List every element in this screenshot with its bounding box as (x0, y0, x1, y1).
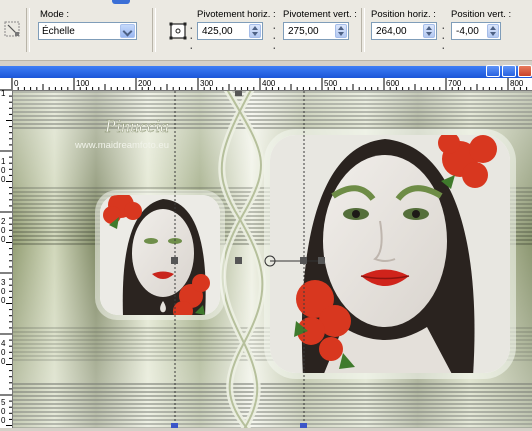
large-portrait (270, 135, 510, 373)
ruler-ticks (0, 90, 12, 426)
ruler-digit: 0 (1, 348, 6, 357)
toolbar-tab-marker[interactable] (112, 0, 130, 4)
ruler-digit: 0 (1, 287, 6, 296)
pivot-h-value: 425,00 (202, 26, 233, 37)
pos-v-label: Position vert. : (451, 9, 512, 20)
maximize-icon[interactable] (502, 65, 516, 77)
toolbar-separator (26, 8, 30, 52)
ruler-label: 100 (76, 79, 90, 88)
pivot-v-input[interactable]: 275,00 (283, 22, 349, 40)
side-handle[interactable] (318, 257, 325, 264)
pos-v-input[interactable]: -4,00 (451, 22, 501, 40)
ruler-digit: 4 (1, 339, 6, 348)
mode-value: Échelle (42, 26, 75, 37)
side-handle[interactable] (300, 257, 307, 264)
close-icon[interactable] (518, 65, 532, 77)
tool-options-toolbar: Mode : Échelle · · · Pivotement horiz. : 4… (0, 0, 532, 61)
ruler-digit: 3 (1, 278, 6, 287)
vertical-ruler[interactable]: 1 1 0 0 2 0 0 3 0 0 4 0 0 5 0 0 (0, 90, 13, 428)
ruler-label: 200 (138, 79, 152, 88)
ruler-label: 500 (324, 79, 338, 88)
corner-handle[interactable] (300, 423, 307, 428)
ruler-digit: 0 (1, 166, 6, 175)
document-titlebar[interactable] (0, 65, 532, 78)
image-canvas[interactable]: Pinuccia www.maidreamfoto.eu (13, 84, 532, 431)
pos-v-value: -4,00 (456, 26, 479, 37)
spinner-icon[interactable] (423, 24, 435, 38)
pivot-h-input[interactable]: 425,00 (197, 22, 263, 40)
ruler-digit: 0 (1, 407, 6, 416)
mode-select[interactable]: Échelle (38, 22, 137, 40)
ruler-digit: 0 (1, 357, 6, 366)
artwork[interactable]: Pinuccia www.maidreamfoto.eu (13, 84, 532, 431)
ruler-digit: 2 (1, 217, 6, 226)
toolbar-separator (152, 8, 156, 52)
small-portrait-frame[interactable] (95, 190, 225, 321)
pivot-v-value: 275,00 (288, 26, 319, 37)
ruler-digit: 0 (1, 226, 6, 235)
deform-tool-icon[interactable] (2, 18, 24, 42)
pivot-v-label: Pivotement vert. : (283, 9, 357, 20)
watermark-url: www.maidreamfoto.eu (74, 140, 169, 151)
minimize-icon[interactable] (486, 65, 500, 77)
spinner-icon[interactable] (335, 24, 347, 38)
chevron-down-icon[interactable] (120, 24, 135, 38)
spinner-icon[interactable] (487, 24, 499, 38)
pos-h-label: Position horiz. : (371, 9, 436, 20)
mode-label: Mode : (40, 9, 70, 20)
side-handle[interactable] (171, 257, 178, 264)
pick-pivot-icon[interactable] (168, 21, 188, 41)
pos-h-input[interactable]: 264,00 (371, 22, 437, 40)
ruler-label: 700 (448, 79, 462, 88)
ruler-digit: 5 (1, 398, 6, 407)
small-portrait (100, 195, 220, 315)
horizontal-ruler[interactable]: 0 100 200 300 400 500 600 700 800 (12, 78, 532, 91)
pivot-h-label: Pivotement horiz. : (197, 9, 276, 20)
toolbar-separator (361, 8, 365, 52)
top-handle[interactable] (235, 91, 242, 96)
watermark-logo: Pinuccia (104, 116, 169, 136)
ruler-label: 800 (510, 79, 524, 88)
ruler-digit: 1 (1, 90, 6, 98)
pos-h-value: 264,00 (376, 26, 407, 37)
spinner-icon[interactable] (249, 24, 261, 38)
large-portrait-frame[interactable] (264, 129, 516, 379)
ruler-label: 600 (386, 79, 400, 88)
ruler-digit: 1 (1, 157, 6, 166)
pivot-handle[interactable] (235, 257, 242, 264)
corner-handle[interactable] (171, 423, 178, 428)
ruler-digit: 0 (1, 235, 6, 244)
ruler-label: 300 (200, 79, 214, 88)
ruler-digit: 0 (1, 175, 6, 184)
ruler-digit: 0 (1, 416, 6, 425)
ruler-digit: 0 (1, 296, 6, 305)
ruler-corner (0, 78, 12, 90)
ruler-label: 400 (262, 79, 276, 88)
ruler-label: 0 (14, 79, 19, 88)
